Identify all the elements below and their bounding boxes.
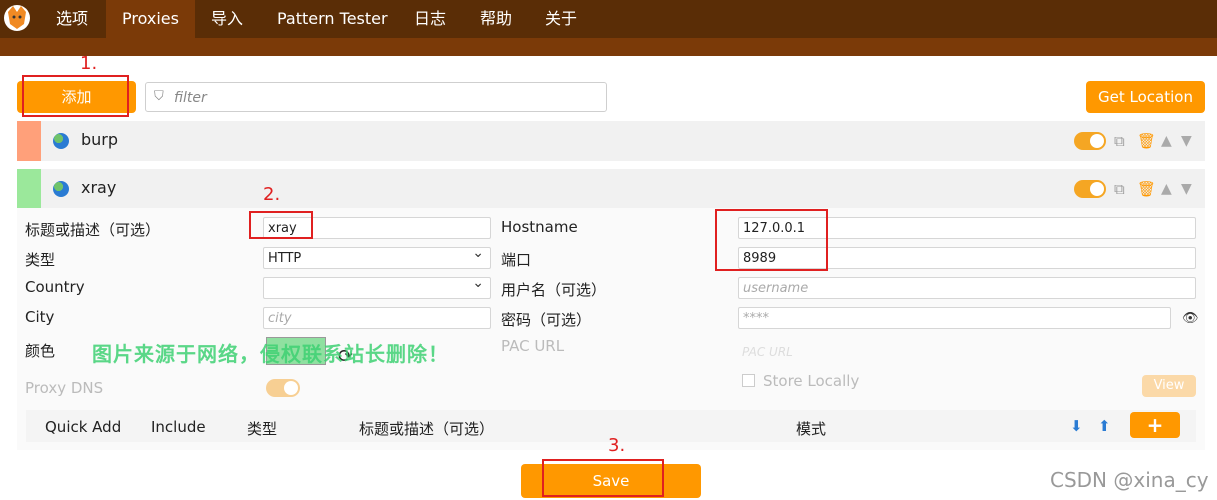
delete-icon[interactable]: 🗑 <box>1137 181 1156 197</box>
type-select[interactable]: HTTP <box>263 245 491 269</box>
import-patterns-icon[interactable]: ⬇ <box>1070 417 1083 435</box>
annotation-box-host-port <box>715 209 828 271</box>
city-label: City <box>25 308 55 326</box>
top-nav: 选项 Proxies 导入 Pattern Tester 日志 帮助 关于 <box>0 0 1217 38</box>
proxy-dns-toggle[interactable] <box>266 379 300 397</box>
annotation-box-title <box>249 211 313 239</box>
annotation-box-add <box>22 75 129 117</box>
password-input[interactable]: **** <box>738 307 1171 329</box>
proxy-row-burp[interactable]: burp ⧉ 🗑 ▲ ▼ <box>17 121 1205 161</box>
foxyproxy-logo-icon <box>4 5 30 31</box>
proxy-dns-label: Proxy DNS <box>25 379 104 397</box>
nav-pattern-tester[interactable]: Pattern Tester <box>261 0 404 38</box>
proxy-name: xray <box>81 178 117 197</box>
store-locally-label: Store Locally <box>763 372 860 390</box>
annotation-step-3: 3. <box>608 435 626 456</box>
filter-input[interactable] <box>174 88 594 108</box>
move-down-icon[interactable]: ▼ <box>1181 181 1192 197</box>
show-password-icon[interactable]: 👁 <box>1182 311 1199 327</box>
nav-subbar <box>0 38 1217 56</box>
nav-about[interactable]: 关于 <box>529 0 593 38</box>
copy-icon[interactable]: ⧉ <box>1114 181 1125 197</box>
move-up-icon[interactable]: ▲ <box>1161 181 1172 197</box>
view-button[interactable]: View <box>1142 375 1196 397</box>
country-label: Country <box>25 278 85 296</box>
proxy-enable-toggle[interactable] <box>1074 180 1106 198</box>
filter-icon: ⛉ <box>154 89 164 104</box>
password-label: 密码（可选） <box>501 311 592 329</box>
pac-url-label: PAC URL <box>501 337 565 355</box>
title-label: 标题或描述（可选） <box>25 221 161 239</box>
delete-icon[interactable]: 🗑 <box>1137 133 1156 149</box>
color-label: 颜色 <box>25 342 56 360</box>
filter-field[interactable]: ⛉ <box>145 82 607 112</box>
country-select[interactable] <box>263 275 491 299</box>
username-input[interactable]: username <box>738 277 1196 299</box>
type-label: 类型 <box>25 251 56 269</box>
store-locally-checkbox[interactable] <box>742 374 755 387</box>
annotation-step-2: 2. <box>263 184 281 205</box>
add-pattern-button[interactable]: + <box>1130 412 1180 438</box>
port-label: 端口 <box>501 251 532 269</box>
export-patterns-icon[interactable]: ⬆ <box>1098 417 1111 435</box>
annotation-box-save <box>542 459 664 497</box>
mode-header: 模式 <box>796 420 827 438</box>
username-label: 用户名（可选） <box>501 281 607 299</box>
nav-options[interactable]: 选项 <box>40 0 104 38</box>
hostname-label: Hostname <box>501 218 578 236</box>
move-down-icon[interactable]: ▼ <box>1181 133 1192 149</box>
proxy-name: burp <box>81 130 119 149</box>
watermark-text: 图片来源于网络，侵权联系站长删除！ <box>92 342 449 366</box>
globe-icon <box>53 133 69 149</box>
title-header: 标题或描述（可选） <box>359 420 495 438</box>
nav-proxies[interactable]: Proxies <box>106 0 195 38</box>
credit-text: CSDN @xina_cy <box>1050 468 1209 492</box>
city-input[interactable]: city <box>263 307 491 329</box>
annotation-step-1: 1. <box>80 53 98 74</box>
nav-log[interactable]: 日志 <box>398 0 462 38</box>
quick-add-header: Quick Add <box>45 418 122 436</box>
proxy-color-swatch <box>17 121 41 161</box>
proxy-row-xray[interactable]: xray ⧉ 🗑 ▲ ▼ <box>17 169 1205 209</box>
globe-icon <box>53 181 69 197</box>
pac-url-input[interactable]: PAC URL <box>742 345 793 359</box>
type-header: 类型 <box>247 420 278 438</box>
copy-icon[interactable]: ⧉ <box>1114 133 1125 149</box>
include-header: Include <box>151 418 206 436</box>
get-location-button[interactable]: Get Location <box>1086 81 1205 113</box>
nav-import[interactable]: 导入 <box>195 0 259 38</box>
move-up-icon[interactable]: ▲ <box>1161 133 1172 149</box>
proxy-color-swatch <box>17 169 41 209</box>
proxy-enable-toggle[interactable] <box>1074 132 1106 150</box>
nav-help[interactable]: 帮助 <box>464 0 528 38</box>
